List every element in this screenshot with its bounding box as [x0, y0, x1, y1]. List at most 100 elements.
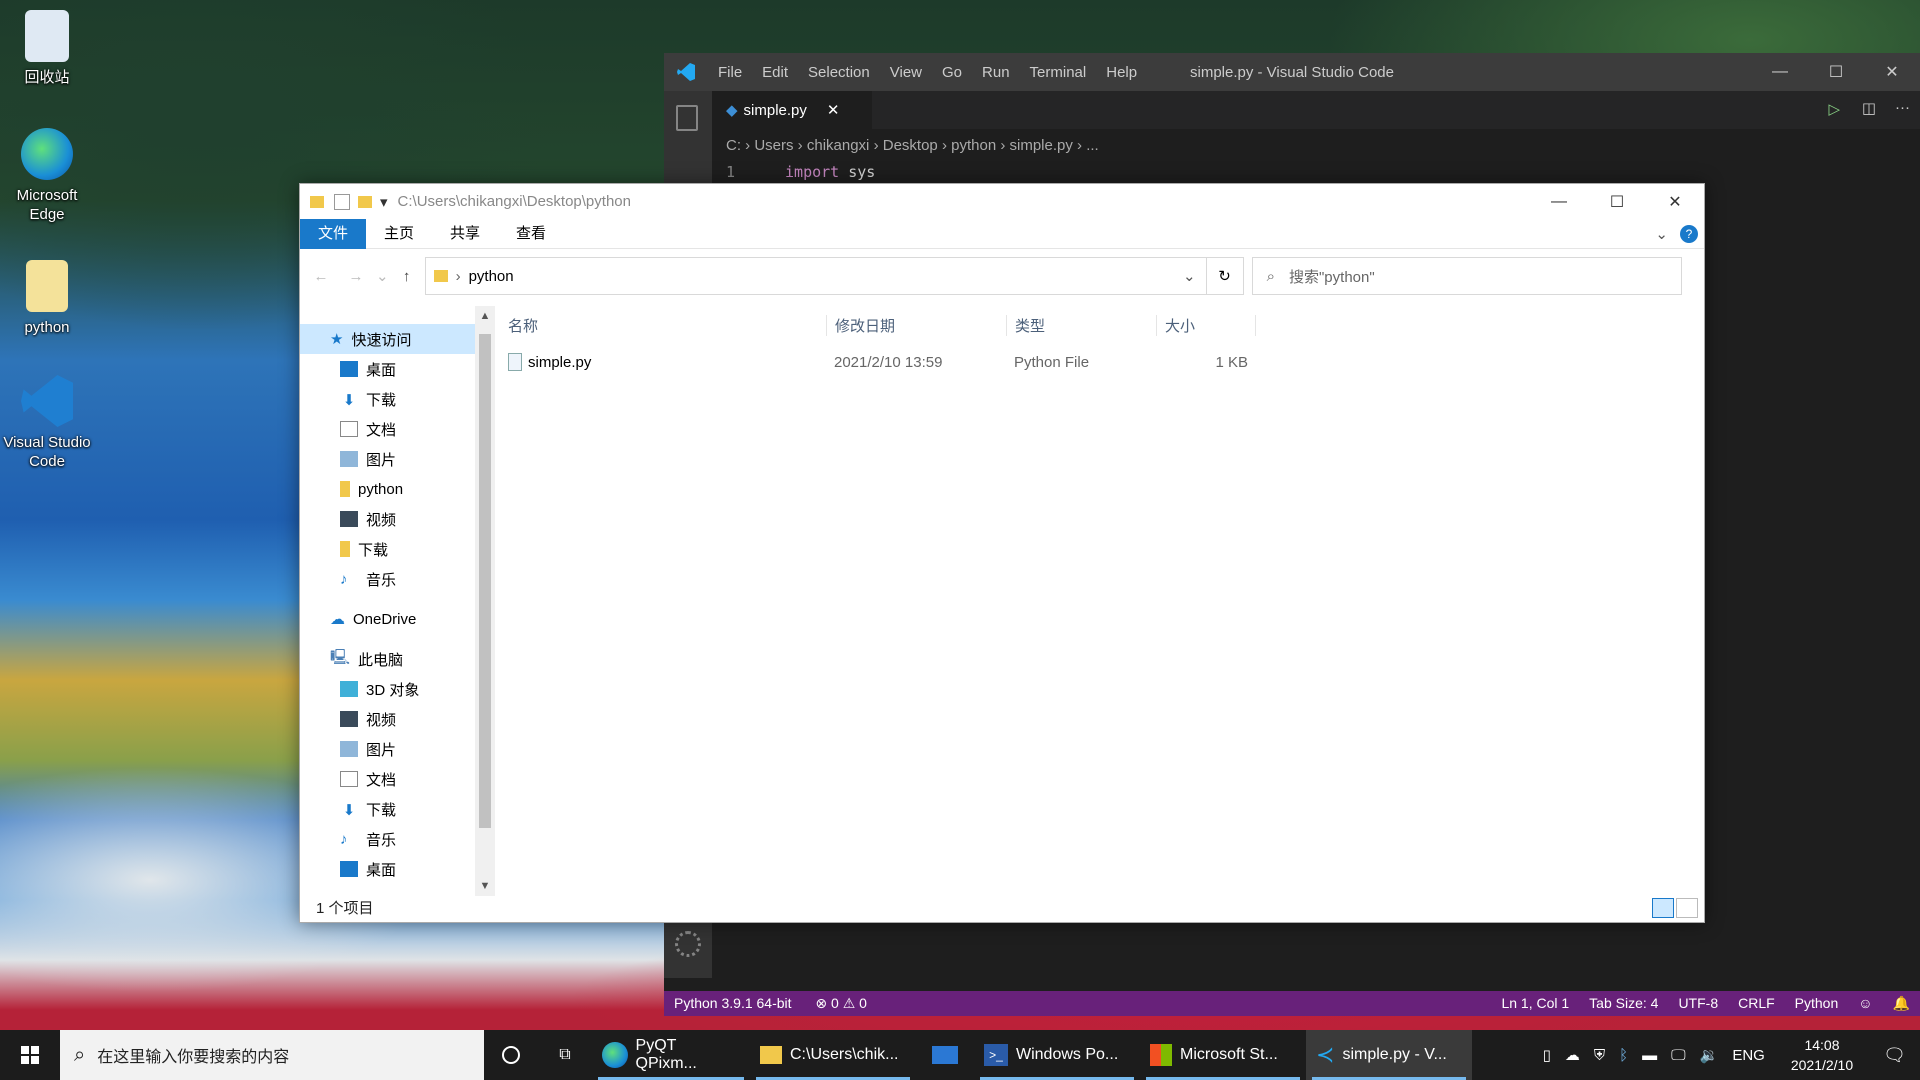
- new-folder-icon[interactable]: [358, 195, 372, 208]
- split-editor-icon[interactable]: ◫: [1862, 99, 1876, 117]
- breadcrumb-item[interactable]: chikangxi: [807, 137, 870, 154]
- security-icon[interactable]: ⛨: [1594, 1047, 1605, 1064]
- scrollbar-thumb[interactable]: [479, 334, 491, 828]
- breadcrumb-item[interactable]: ...: [1086, 137, 1099, 154]
- settings-gear-icon[interactable]: [675, 931, 701, 957]
- clock[interactable]: 14:08 2021/2/10: [1791, 1035, 1853, 1075]
- chevron-right-icon[interactable]: ›: [456, 268, 461, 285]
- column-name[interactable]: 名称: [500, 315, 826, 336]
- nav-item[interactable]: ⬇下载📌: [300, 384, 495, 414]
- file-row[interactable]: simple.py 2021/2/10 13:59 Python File 1 …: [500, 344, 1704, 380]
- customize-quick-access-icon[interactable]: ▾: [380, 193, 388, 211]
- taskbar-app-mail[interactable]: [916, 1030, 974, 1080]
- nav-item[interactable]: 视频: [300, 504, 495, 534]
- tab-home[interactable]: 主页: [366, 219, 432, 249]
- minimize-button[interactable]: —: [1530, 184, 1588, 219]
- help-icon[interactable]: ?: [1680, 224, 1698, 243]
- language-mode[interactable]: Python: [1785, 995, 1849, 1012]
- expand-ribbon-icon[interactable]: ⌄: [1655, 225, 1668, 243]
- column-type[interactable]: 类型: [1006, 314, 1156, 336]
- column-date[interactable]: 修改日期: [826, 314, 1006, 336]
- menu-terminal[interactable]: Terminal: [1020, 64, 1097, 81]
- onedrive-icon[interactable]: ☁: [1565, 1046, 1580, 1064]
- more-actions-icon[interactable]: ···: [1895, 99, 1910, 116]
- desktop-icon-python-folder[interactable]: python: [2, 260, 92, 337]
- volume-icon[interactable]: 🔉: [1700, 1046, 1719, 1064]
- close-button[interactable]: ✕: [1646, 184, 1704, 219]
- taskbar-app-vscode[interactable]: ≺ simple.py - V...: [1306, 1030, 1472, 1080]
- menu-run[interactable]: Run: [972, 64, 1020, 81]
- nav-quick-access[interactable]: ★ 快速访问: [300, 324, 495, 354]
- taskbar-app-store[interactable]: Microsoft St...: [1140, 1030, 1306, 1080]
- back-icon[interactable]: ←: [306, 268, 336, 285]
- network-icon[interactable]: 🖵: [1671, 1047, 1685, 1064]
- nav-item[interactable]: 图片: [300, 734, 495, 764]
- scroll-down-icon[interactable]: ▼: [475, 880, 495, 892]
- nav-item[interactable]: ♪ 音乐: [300, 824, 495, 854]
- taskbar-app-edge[interactable]: PyQT QPixm...: [592, 1030, 750, 1080]
- menu-selection[interactable]: Selection: [798, 64, 880, 81]
- menu-edit[interactable]: Edit: [752, 64, 798, 81]
- task-view-button[interactable]: ⧉: [538, 1030, 592, 1080]
- menu-help[interactable]: Help: [1096, 64, 1147, 81]
- line-ending[interactable]: CRLF: [1728, 995, 1785, 1012]
- details-view-icon[interactable]: [1652, 898, 1674, 918]
- menu-go[interactable]: Go: [932, 64, 972, 81]
- maximize-button[interactable]: ☐: [1808, 53, 1864, 91]
- up-icon[interactable]: ↑: [397, 268, 417, 285]
- notifications-bell-icon[interactable]: 🔔: [1883, 995, 1920, 1012]
- nav-onedrive[interactable]: ☁ OneDrive: [300, 604, 495, 634]
- nav-item[interactable]: 桌面: [300, 854, 495, 884]
- problems-count[interactable]: ⊗ 0 ⚠ 0: [805, 995, 877, 1011]
- tab-view[interactable]: 查看: [498, 219, 564, 249]
- tab-file[interactable]: 文件: [300, 218, 367, 249]
- desktop-icon-recycle-bin[interactable]: 回收站: [2, 10, 92, 87]
- cortana-button[interactable]: [484, 1030, 538, 1080]
- nav-item[interactable]: 桌面📌: [300, 354, 495, 384]
- nav-this-pc[interactable]: 🖳 此电脑: [300, 644, 495, 674]
- nav-item[interactable]: 3D 对象: [300, 674, 495, 704]
- close-tab-icon[interactable]: ✕: [827, 101, 840, 119]
- menu-view[interactable]: View: [880, 64, 932, 81]
- cursor-position[interactable]: Ln 1, Col 1: [1491, 995, 1579, 1012]
- input-language[interactable]: ENG: [1732, 1047, 1765, 1064]
- breadcrumb-item[interactable]: Desktop: [883, 137, 938, 154]
- nav-item[interactable]: 视频: [300, 704, 495, 734]
- refresh-button[interactable]: ↻: [1205, 257, 1244, 295]
- breadcrumb-item[interactable]: python: [951, 137, 996, 154]
- menu-file[interactable]: File: [708, 64, 752, 81]
- search-box[interactable]: ⌕ 搜索"python": [1251, 257, 1682, 295]
- chevron-down-icon[interactable]: ⌄: [1183, 267, 1196, 285]
- encoding[interactable]: UTF-8: [1668, 995, 1728, 1012]
- python-interpreter[interactable]: Python 3.9.1 64-bit: [664, 995, 802, 1011]
- nav-item[interactable]: python: [300, 474, 495, 504]
- recent-locations-icon[interactable]: ⌄: [376, 267, 389, 285]
- large-icons-view-icon[interactable]: [1676, 898, 1698, 918]
- usb-icon[interactable]: ▯: [1543, 1046, 1551, 1064]
- forward-icon[interactable]: →: [344, 268, 368, 285]
- tab-share[interactable]: 共享: [432, 219, 498, 249]
- close-button[interactable]: ✕: [1864, 53, 1920, 91]
- bluetooth-icon[interactable]: ᛒ: [1619, 1047, 1628, 1064]
- properties-icon[interactable]: [334, 193, 350, 210]
- nav-item[interactable]: 图片📌: [300, 444, 495, 474]
- start-button[interactable]: [0, 1030, 60, 1080]
- nav-item[interactable]: 文档: [300, 764, 495, 794]
- run-icon[interactable]: ▷: [1828, 100, 1840, 118]
- nav-item[interactable]: 下载: [300, 534, 495, 564]
- notifications-icon[interactable]: 🗨: [1883, 1045, 1906, 1066]
- desktop-icon-vscode[interactable]: Visual Studio Code: [2, 375, 92, 471]
- nav-item[interactable]: 文档📌: [300, 414, 495, 444]
- desktop-icon-edge[interactable]: Microsoft Edge: [2, 128, 92, 224]
- taskbar-app-explorer[interactable]: C:\Users\chik...: [750, 1030, 916, 1080]
- taskbar-search-box[interactable]: ⌕ 在这里输入你要搜索的内容: [60, 1030, 484, 1080]
- battery-icon[interactable]: ▬: [1642, 1047, 1657, 1064]
- breadcrumb-item[interactable]: C:: [726, 137, 741, 154]
- feedback-icon[interactable]: ☺: [1848, 995, 1882, 1012]
- taskbar-app-powershell[interactable]: >_ Windows Po...: [974, 1030, 1140, 1080]
- scroll-up-icon[interactable]: ▲: [475, 310, 495, 322]
- tab-size[interactable]: Tab Size: 4: [1579, 995, 1668, 1012]
- explorer-icon[interactable]: [676, 105, 698, 131]
- code-editor[interactable]: 1 import sys: [726, 163, 875, 181]
- minimize-button[interactable]: —: [1752, 53, 1808, 91]
